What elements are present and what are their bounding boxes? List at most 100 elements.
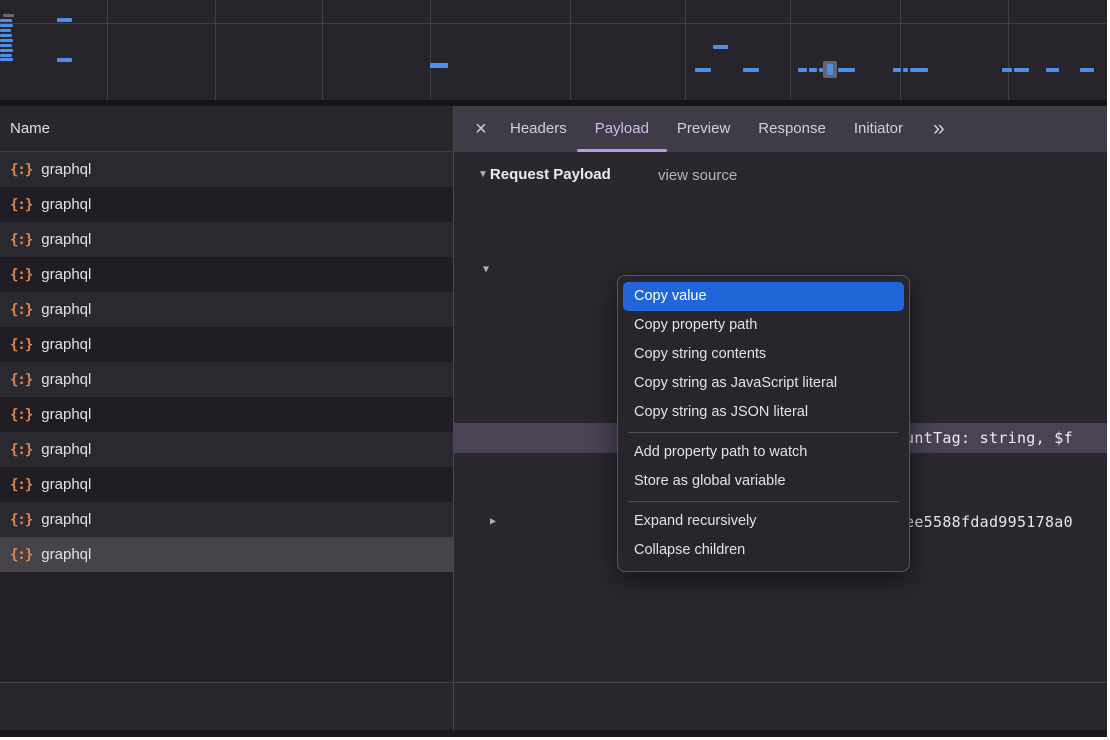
menu-item-copy-string-contents[interactable]: Copy string contents: [623, 340, 904, 369]
request-row[interactable]: {:} graphql: [0, 537, 453, 572]
overview-request-bar: [903, 68, 908, 72]
overview-request-bar: [57, 58, 72, 62]
view-source-link[interactable]: view source: [658, 167, 737, 184]
overview-request-bar: [1046, 68, 1059, 72]
request-row[interactable]: {:} graphql: [0, 432, 453, 467]
more-tabs-chevron-icon[interactable]: »: [925, 106, 953, 152]
overview-gridline: [1008, 0, 1009, 100]
request-row[interactable]: {:} graphql: [0, 502, 453, 537]
request-name: graphql: [41, 301, 91, 318]
overview-gridline: [215, 0, 216, 100]
request-name: graphql: [41, 371, 91, 388]
request-row[interactable]: {:} graphql: [0, 467, 453, 502]
request-name: graphql: [41, 476, 91, 493]
payload-panel-body: ▼Request Payload view source ▼ {operatio…: [454, 152, 1107, 737]
footer-right-area: [454, 683, 1107, 737]
request-row[interactable]: {:} graphql: [0, 152, 453, 187]
tab-response[interactable]: Response: [744, 106, 840, 152]
request-detail-panel: × Headers Payload Preview Response Initi…: [454, 106, 1107, 737]
menu-item-add-property-path-to-watch[interactable]: Add property path to watch: [623, 438, 904, 467]
request-name: graphql: [41, 231, 91, 248]
menu-item-copy-value[interactable]: Copy value: [623, 282, 904, 311]
json-braces-icon: {:}: [10, 232, 32, 248]
overview-request-bar: [0, 19, 12, 22]
menu-separator: [628, 501, 899, 502]
request-row[interactable]: {:} graphql: [0, 292, 453, 327]
json-braces-icon: {:}: [10, 477, 32, 493]
request-row[interactable]: {:}graphql: [0, 187, 453, 222]
panel-divider[interactable]: [453, 106, 454, 737]
overview-gridline: [900, 0, 901, 100]
overview-gridline: [430, 0, 431, 100]
overview-request-bar: [1014, 68, 1029, 72]
collapse-triangle-icon[interactable]: ▼: [478, 169, 488, 180]
overview-request-bar: [3, 14, 14, 17]
overview-gridline: [570, 0, 571, 100]
request-name: graphql: [41, 161, 91, 178]
overview-request-bar: [0, 29, 11, 32]
json-braces-icon: {:}: [10, 337, 32, 353]
menu-item-copy-property-path[interactable]: Copy property path: [623, 311, 904, 340]
devtools-screenshot: Name {:} graphql {:} graphql {:} graphql {:…: [0, 0, 1110, 740]
menu-item-copy-string-json-literal[interactable]: Copy string as JSON literal: [623, 398, 904, 427]
request-name: graphql: [41, 406, 91, 423]
request-payload-section-header[interactable]: ▼Request Payload: [478, 166, 611, 183]
request-name: graphql: [41, 511, 91, 528]
menu-item-store-as-global-variable[interactable]: Store as global variable: [623, 467, 904, 496]
request-name: graphql: [41, 441, 91, 458]
context-menu: Copy value Copy property path Copy strin…: [617, 275, 910, 572]
overview-request-bar: [0, 49, 13, 52]
overview-gridline: [685, 0, 686, 100]
detail-tabbar: × Headers Payload Preview Response Initi…: [454, 106, 1107, 152]
request-name: graphql: [41, 546, 91, 563]
json-braces-icon: {:}: [10, 442, 32, 458]
request-row[interactable]: {:} graphql: [0, 362, 453, 397]
request-name: graphql: [41, 196, 91, 213]
request-row[interactable]: {:} graphql: [0, 257, 453, 292]
overview-request-bar: [838, 68, 855, 72]
json-braces-icon: {:}: [10, 267, 32, 283]
name-column-header[interactable]: Name: [0, 106, 453, 152]
expand-triangle-icon[interactable]: ▼: [483, 255, 489, 285]
devtools-network-panel: Name {:} graphql {:} graphql {:} graphql {:…: [0, 0, 1107, 737]
overview-request-bar: [0, 39, 13, 42]
json-string-value-right-fragment: untTag: string, $f: [905, 423, 1073, 453]
network-overview-timeline[interactable]: [0, 0, 1107, 100]
overview-request-bar: [893, 68, 901, 72]
tab-initiator[interactable]: Initiator: [840, 106, 917, 152]
overview-request-bar: [0, 54, 12, 57]
overview-request-bar: [798, 68, 807, 72]
json-braces-icon: {:}: [10, 512, 32, 528]
overview-request-bar: [1080, 68, 1094, 72]
tab-headers[interactable]: Headers: [496, 106, 581, 152]
menu-separator: [628, 432, 899, 433]
footer-left-area: [0, 683, 453, 737]
request-row[interactable]: {:} graphql: [0, 222, 453, 257]
overview-request-bar: [695, 68, 711, 72]
json-braces-icon: {:}: [10, 162, 32, 178]
overview-request-bar: [910, 68, 928, 72]
overview-request-bar: [743, 68, 759, 72]
close-icon[interactable]: ×: [466, 106, 496, 152]
footer-divider: [0, 682, 1107, 683]
tab-payload[interactable]: Payload: [581, 106, 663, 152]
request-name: graphql: [41, 336, 91, 353]
menu-item-collapse-children[interactable]: Collapse children: [623, 536, 904, 565]
overview-request-bar: [827, 64, 833, 75]
json-braces-icon: {:}: [10, 372, 32, 388]
overview-request-bar: [0, 44, 12, 47]
request-row[interactable]: {:} graphql: [0, 327, 453, 362]
expand-triangle-icon[interactable]: ▶: [490, 507, 496, 537]
overview-gridline: [322, 0, 323, 100]
menu-item-copy-string-js-literal[interactable]: Copy string as JavaScript literal: [623, 369, 904, 398]
overview-request-bar: [0, 34, 12, 37]
json-braces-icon: {:}: [10, 302, 32, 318]
tab-preview[interactable]: Preview: [663, 106, 744, 152]
overview-request-bar: [713, 45, 728, 49]
overview-request-bar: [57, 18, 72, 22]
json-braces-icon: {:}: [10, 547, 32, 563]
variables-preview-right-fragment: ee5588fdad995178a0: [905, 507, 1073, 537]
request-row[interactable]: {:}graphql: [0, 397, 453, 432]
menu-item-expand-recursively[interactable]: Expand recursively: [623, 507, 904, 536]
request-name: graphql: [41, 266, 91, 283]
